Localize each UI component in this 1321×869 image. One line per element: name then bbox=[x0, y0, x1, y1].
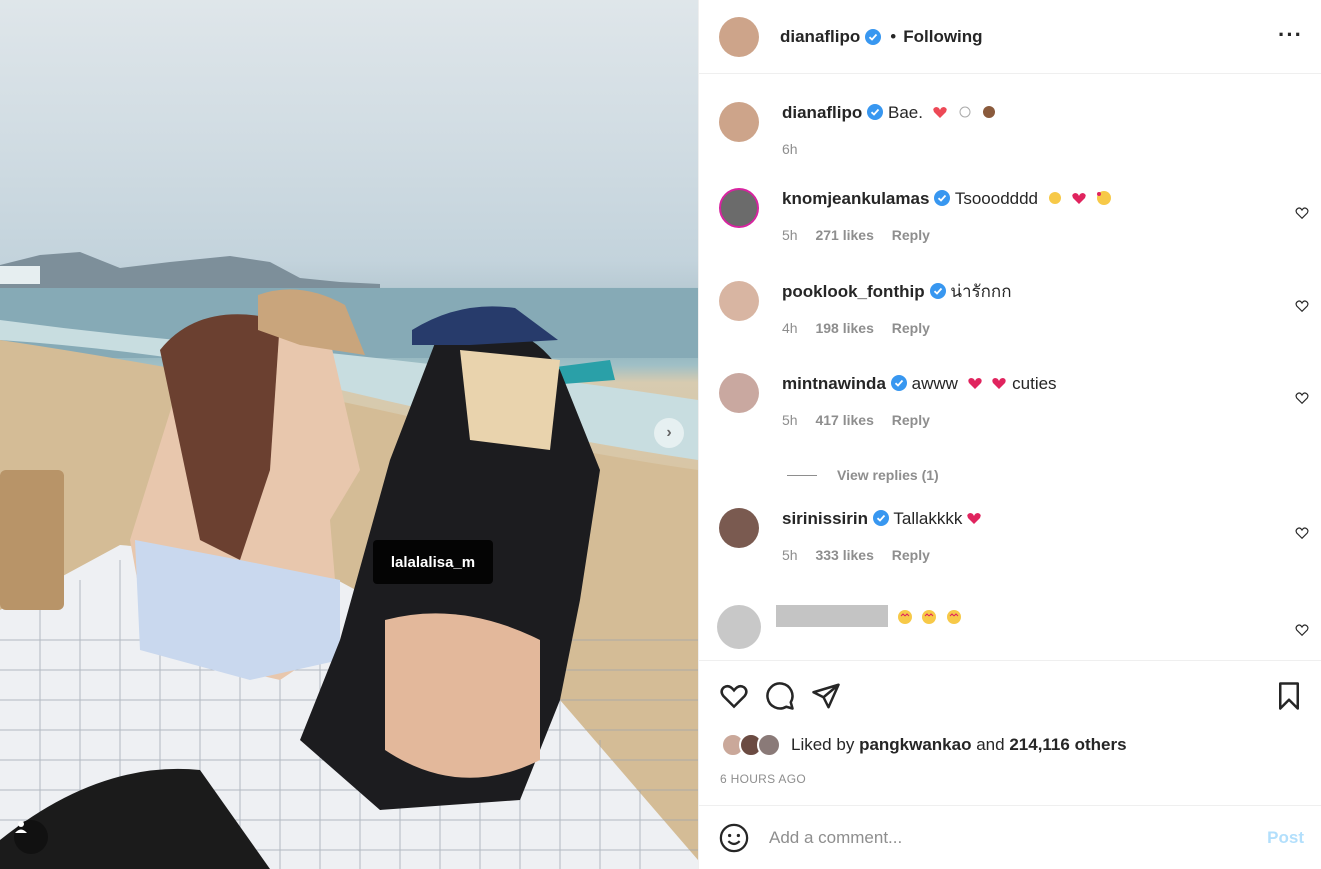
replies-divider bbox=[787, 474, 817, 476]
liked-by-prefix: Liked by bbox=[791, 735, 855, 754]
reply-button[interactable]: Reply bbox=[892, 320, 930, 336]
commenter-avatar[interactable] bbox=[719, 281, 759, 321]
comment-time: 5h bbox=[782, 227, 798, 243]
liked-by-middle: and bbox=[976, 735, 1005, 754]
author-avatar[interactable] bbox=[719, 16, 759, 57]
red-heart-emoji bbox=[968, 378, 982, 389]
following-button[interactable]: Following bbox=[903, 27, 982, 47]
view-replies-label: View replies (1) bbox=[837, 467, 939, 483]
commenter-avatar[interactable] bbox=[719, 373, 759, 413]
comment-likes[interactable]: 271 likes bbox=[815, 227, 873, 243]
comment-text: Tallakkkk bbox=[893, 509, 963, 528]
comment-likes[interactable]: 333 likes bbox=[815, 547, 873, 563]
heart-eyes-emoji bbox=[897, 610, 912, 624]
emoji-picker-icon[interactable] bbox=[719, 823, 749, 853]
comments-list[interactable]: dianaflipo Bae. 6h knomjeankulamas Tsooo… bbox=[699, 75, 1321, 660]
post-comment-button[interactable]: Post bbox=[1267, 828, 1304, 848]
like-comment-heart-icon[interactable] bbox=[1295, 526, 1309, 540]
comment-username[interactable]: pooklook_fonthip bbox=[782, 282, 925, 301]
like-heart-icon[interactable] bbox=[719, 681, 749, 711]
reply-button[interactable]: Reply bbox=[892, 412, 930, 428]
post-timestamp: 6 HOURS AGO bbox=[720, 772, 806, 786]
monkey-emoji bbox=[983, 106, 996, 118]
verified-badge-icon bbox=[929, 283, 946, 299]
save-bookmark-icon[interactable] bbox=[1274, 681, 1304, 711]
liked-by-count[interactable]: 214,116 others bbox=[1009, 735, 1126, 755]
beach-photo-illustration bbox=[0, 252, 698, 869]
comment-time: 4h bbox=[782, 320, 798, 336]
liked-by-user[interactable]: pangkwankao bbox=[859, 735, 971, 755]
heart-eyes-emoji bbox=[947, 610, 962, 624]
commenter-avatar[interactable] bbox=[717, 605, 761, 649]
caption-text: Bae. bbox=[888, 103, 923, 122]
liker-avatars bbox=[721, 733, 781, 757]
comment-username[interactable]: knomjeankulamas bbox=[782, 189, 929, 208]
reply-button[interactable]: Reply bbox=[892, 227, 930, 243]
more-horizontal-icon[interactable]: ··· bbox=[1278, 22, 1303, 48]
heart-arrow-emoji bbox=[933, 107, 947, 118]
view-replies-button[interactable]: View replies (1) bbox=[787, 467, 939, 483]
smiling-hearts-emoji bbox=[1097, 191, 1112, 205]
liker-avatar bbox=[757, 733, 781, 757]
clap-emoji bbox=[1048, 192, 1061, 204]
comment-likes[interactable]: 198 likes bbox=[815, 320, 873, 336]
like-comment-heart-icon[interactable] bbox=[1295, 206, 1309, 220]
red-heart-emoji bbox=[1072, 193, 1087, 204]
redacted-username bbox=[776, 605, 888, 627]
post-panel: dianaflipo • Following ··· dianaflipo Ba… bbox=[698, 0, 1321, 869]
comment-time: 5h bbox=[782, 547, 798, 563]
verified-badge-icon bbox=[934, 190, 951, 206]
verified-badge-icon bbox=[890, 375, 907, 391]
add-comment-bar: Add a comment... Post bbox=[699, 805, 1321, 869]
comment-bubble-icon[interactable] bbox=[765, 681, 795, 711]
comment-text: น่ารักกก bbox=[950, 282, 1012, 301]
author-avatar[interactable] bbox=[719, 102, 759, 142]
liked-by-summary[interactable]: Liked by pangkwankao and 214,116 others bbox=[721, 733, 1127, 757]
verified-badge-icon bbox=[872, 510, 889, 526]
comment-username[interactable]: mintnawinda bbox=[782, 374, 886, 393]
comment-text: awww bbox=[911, 374, 958, 393]
post-header: dianaflipo • Following ··· bbox=[699, 0, 1321, 74]
comment-text: Tsooodddd bbox=[954, 189, 1039, 208]
next-photo-button[interactable]: › bbox=[654, 418, 684, 448]
heart-eyes-emoji bbox=[922, 610, 937, 624]
like-comment-heart-icon[interactable] bbox=[1295, 391, 1309, 405]
comment-text-suffix: cuties bbox=[1012, 374, 1057, 393]
red-heart-emoji bbox=[967, 513, 982, 524]
post-actions: Liked by pangkwankao and 214,116 others … bbox=[699, 660, 1321, 805]
author-username[interactable]: dianaflipo bbox=[780, 27, 860, 47]
share-paper-plane-icon[interactable] bbox=[811, 681, 841, 711]
user-tag-label[interactable]: lalalalisa_m bbox=[373, 540, 493, 584]
like-comment-heart-icon[interactable] bbox=[1295, 299, 1309, 313]
comment-input[interactable]: Add a comment... bbox=[769, 828, 1267, 848]
verified-badge-icon bbox=[867, 104, 884, 120]
tagged-people-icon[interactable] bbox=[14, 820, 48, 854]
comment-username[interactable]: sirinissirin bbox=[782, 509, 868, 528]
red-heart-emoji bbox=[992, 378, 1007, 389]
comment-likes[interactable]: 417 likes bbox=[815, 412, 873, 428]
comment-time: 5h bbox=[782, 412, 798, 428]
caption-time: 6h bbox=[782, 141, 798, 157]
caption-username[interactable]: dianaflipo bbox=[782, 103, 862, 122]
post-photo[interactable]: › lalalalisa_m bbox=[0, 0, 698, 869]
commenter-avatar[interactable] bbox=[719, 188, 759, 228]
dash-emoji bbox=[959, 106, 971, 118]
verified-badge-icon bbox=[865, 28, 882, 45]
like-comment-heart-icon[interactable] bbox=[1295, 623, 1309, 637]
separator-dot: • bbox=[890, 26, 897, 46]
reply-button[interactable]: Reply bbox=[892, 547, 930, 563]
commenter-avatar[interactable] bbox=[719, 508, 759, 548]
